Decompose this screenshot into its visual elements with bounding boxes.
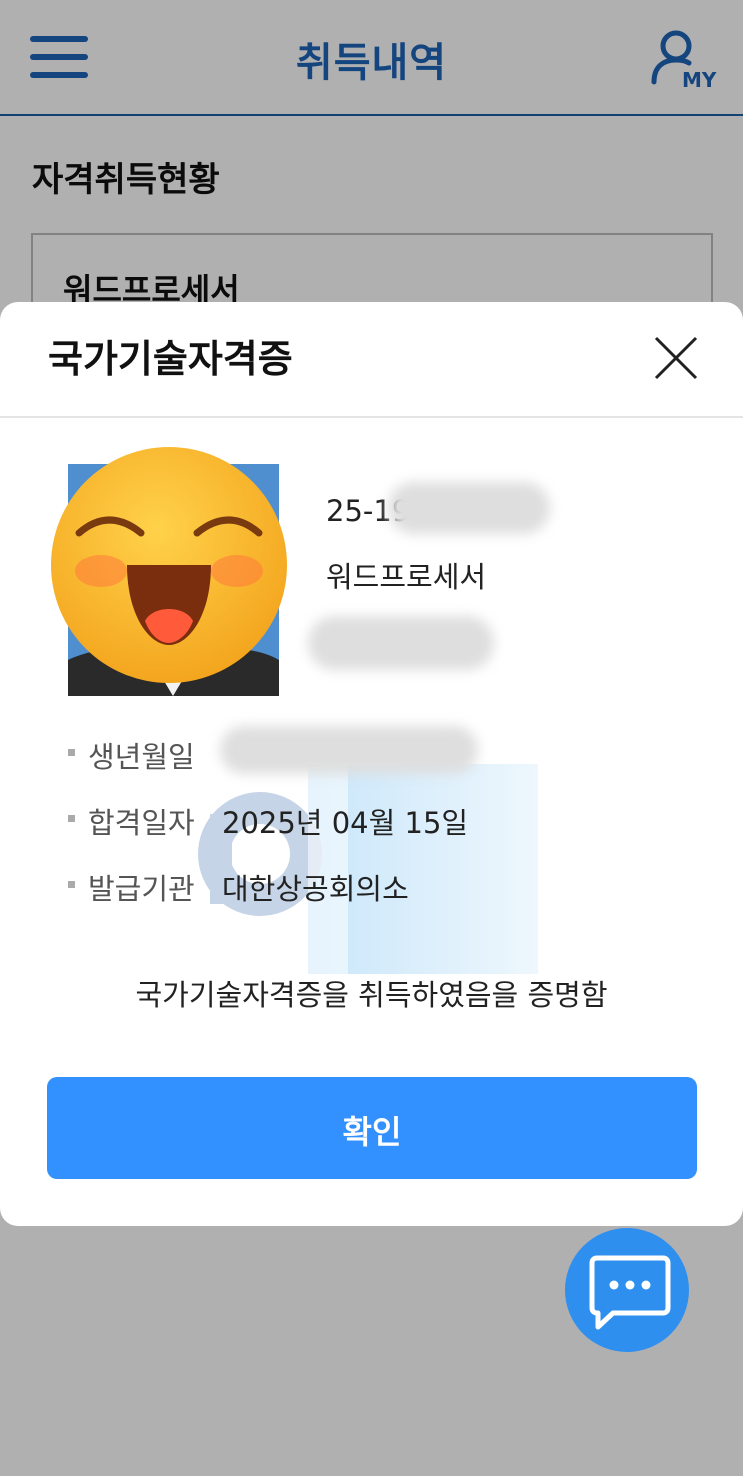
confirm-button-label: 확인 — [342, 1113, 402, 1151]
chat-bubble-icon — [589, 1255, 671, 1330]
certificate-name: 워드프로세서 — [326, 560, 487, 594]
certification-statement: 국가기술자격증을 취득하였음을 증명함 — [135, 978, 608, 1012]
bullet — [68, 815, 75, 822]
modal-title: 국가기술자격증 — [48, 337, 293, 381]
redacted-blur — [388, 482, 550, 534]
field-value: 대한상공회의소 — [222, 872, 409, 906]
redacted-name-blur — [308, 616, 494, 670]
modal-header: 국가기술자격증 — [0, 302, 743, 418]
smiley-emoji-icon — [51, 447, 287, 683]
bullet — [68, 881, 75, 888]
bullet — [68, 749, 75, 756]
field-label: 생년월일 — [88, 740, 195, 774]
close-icon[interactable] — [652, 334, 700, 382]
field-label: 합격일자 — [88, 806, 195, 840]
field-value: 2025년 04월 15일 — [222, 806, 469, 840]
redacted-birthdate-blur — [220, 726, 478, 774]
certificate-modal: 국가기술자격증 25-19 워드프로세서 생년월일 합격일자 2025년 04월… — [0, 302, 743, 1226]
confirm-button[interactable]: 확인 — [47, 1077, 697, 1179]
chat-button[interactable] — [565, 1228, 689, 1352]
field-label: 발급기관 — [88, 872, 195, 906]
